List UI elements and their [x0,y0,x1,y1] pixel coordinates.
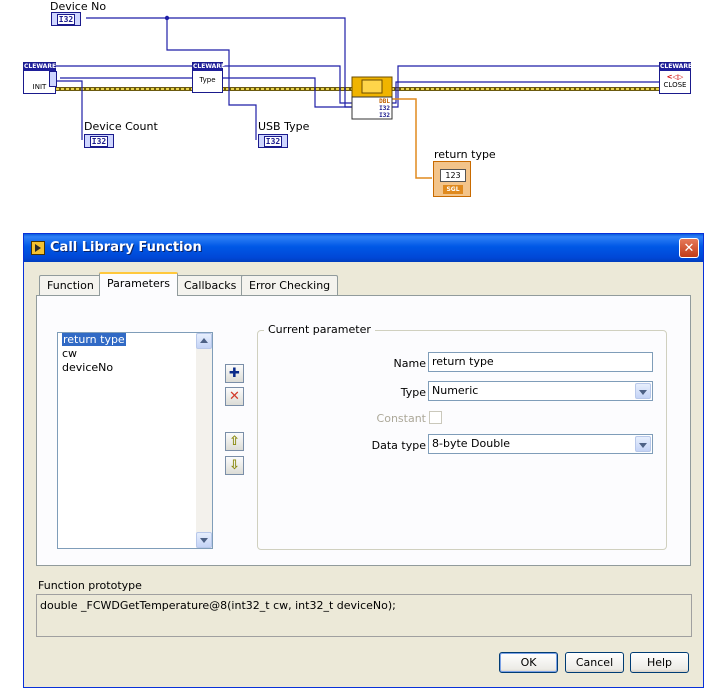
move-down-icon: ⇩ [229,458,240,473]
init-terminal [49,71,57,87]
constant-label: Constant [376,412,426,425]
move-up-icon: ⇧ [229,434,240,449]
app-icon [31,241,45,255]
list-scrollbar[interactable] [196,333,212,548]
close-button[interactable]: ✕ [679,238,699,258]
name-field[interactable]: return type [428,352,653,372]
cancel-button[interactable]: Cancel [565,652,624,673]
delete-parameter-button[interactable]: ✕ [225,387,244,406]
clfn-terminal-labels: DBL I32 I32 [379,98,390,119]
tab-callbacks[interactable]: Callbacks [176,275,245,295]
scroll-up-button[interactable] [196,333,212,349]
close-vi-glyph: <◁▷ [666,73,684,81]
dialog-title: Call Library Function [50,240,202,255]
scroll-down-button[interactable] [196,532,212,548]
close-vi[interactable]: CLEWARE <◁▷ CLOSE [659,62,692,94]
title-bar[interactable]: Call Library Function ✕ [24,234,703,262]
add-plus-icon: ✚ [229,366,240,381]
device-count-label: Device Count [84,120,158,133]
list-item[interactable]: return type [62,333,126,346]
add-parameter-button[interactable]: ✚ [225,364,244,383]
move-up-button[interactable]: ⇧ [225,432,244,451]
wire-junction [164,15,170,21]
usb-type-label: USB Type [258,120,310,133]
block-diagram: Device No I32 CLEWARE INIT CLEWARE Type … [0,0,712,215]
type-vi[interactable]: CLEWARE Type [192,62,225,93]
type-label: Type [400,386,426,399]
prototype-label: Function prototype [38,579,142,592]
call-library-function-dialog: Call Library Function ✕ Function Paramet… [23,233,704,688]
constant-checkbox[interactable] [429,411,442,424]
list-item[interactable]: deviceNo [62,361,113,374]
chevron-down-icon[interactable] [635,436,651,452]
tab-error-checking[interactable]: Error Checking [241,275,339,295]
parameter-list[interactable]: return type cw deviceNo [57,332,213,549]
tab-function[interactable]: Function [39,275,102,295]
group-title: Current parameter [264,323,375,336]
help-button[interactable]: Help [630,652,689,673]
dbl-wire [392,98,432,179]
tab-parameters[interactable]: Parameters [99,272,178,296]
device-count-indicator[interactable]: I32 [84,134,114,148]
prototype-field: double _FCWDGetTemperature@8(int32_t cw,… [36,594,692,637]
data-type-label: Data type [371,439,426,452]
delete-x-icon: ✕ [229,389,240,404]
move-down-button[interactable]: ⇩ [225,456,244,475]
device-no-control[interactable]: I32 [51,12,81,26]
chevron-down-icon[interactable] [635,383,651,399]
usb-type-indicator[interactable]: I32 [258,134,288,148]
return-type-indicator[interactable]: 123 SGL [433,161,471,197]
return-type-label: return type [434,148,496,161]
type-select[interactable]: Numeric [428,381,653,401]
list-item[interactable]: cw [62,347,77,360]
close-icon: ✕ [683,240,695,256]
ok-button[interactable]: OK [499,652,558,673]
name-label: Name [393,357,426,370]
data-type-select[interactable]: 8-byte Double [428,434,653,454]
